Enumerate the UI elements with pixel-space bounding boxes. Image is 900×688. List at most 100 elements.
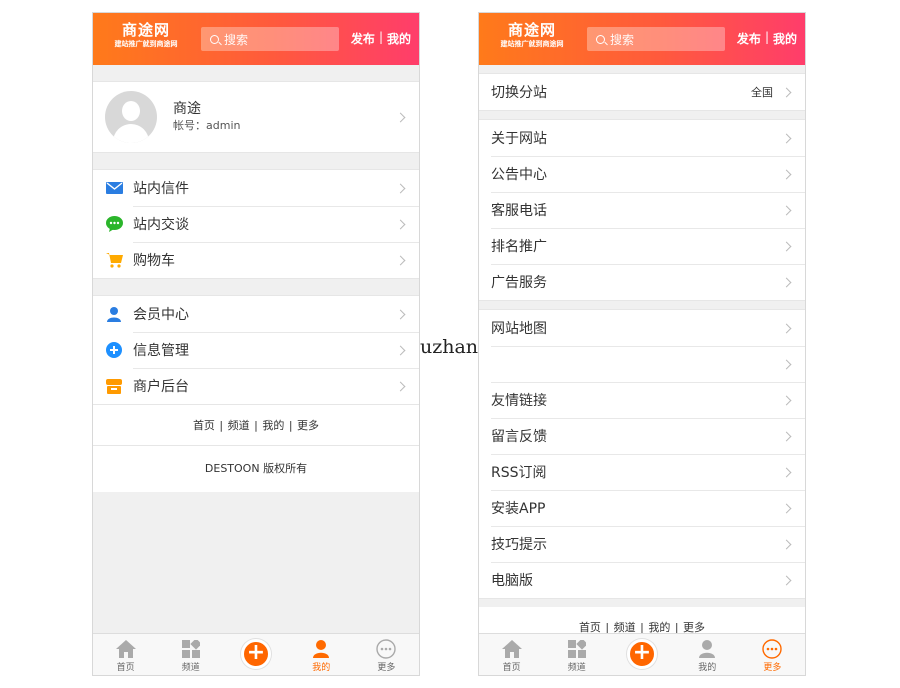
menu-item-label: RSS订阅 [491,465,547,481]
site-logo[interactable]: 商途网 建站推广就到商途网 [487,21,577,49]
tab-label: 我的 [698,663,717,673]
switch-site-item[interactable]: 切换分站 全国 [479,74,805,110]
search-input[interactable]: 搜索 [201,27,339,51]
tab-home[interactable]: 首页 [479,634,544,675]
logo-slogan: 建站推广就到商途网 [500,40,564,48]
tab-home[interactable]: 首页 [93,634,158,675]
chevron-right-icon [781,277,792,287]
publish-link[interactable]: 发布 [351,30,375,47]
menu-item-label: 信息管理 [133,343,189,359]
avatar [105,91,157,143]
home-icon [501,638,522,660]
phone-screen-mine: 商途网 建站推广就到商途网 搜索 发布 | 我的 商途 帐号：admin 站内信… [92,12,420,676]
footer-link-mine[interactable]: 我的 [262,419,284,432]
menu-item[interactable]: 安装APP [479,490,805,526]
chevron-right-icon [395,112,406,122]
header-bar: 商途网 建站推广就到商途网 搜索 发布 | 我的 [479,13,805,65]
menu-item[interactable]: 友情链接 [479,382,805,418]
chevron-right-icon [781,87,792,97]
logo-slogan: 建站推广就到商途网 [114,40,178,48]
menu-item-chat[interactable]: 站内交谈 [93,206,419,242]
menu-item-label: 站内信件 [133,181,189,197]
profile-card[interactable]: 商途 帐号：admin [93,81,419,153]
menu-item[interactable]: 网站地图 [479,310,805,346]
search-icon [596,34,605,44]
chevron-right-icon [395,255,406,265]
chevron-right-icon [781,575,792,585]
menu-item-label: 网站地图 [491,321,547,337]
chevron-right-icon [781,539,792,549]
menu-item-label: 站内交谈 [133,217,189,233]
store-icon [105,377,123,395]
tab-mine[interactable]: 我的 [675,634,740,675]
menu-item-label: 会员中心 [133,307,189,323]
chat-icon [105,215,123,233]
copyright: DESTOON 版权所有 [93,445,419,492]
footer-links: 首页 | 频道 | 我的 | 更多 [93,405,419,445]
mine-link[interactable]: 我的 [773,30,797,47]
menu-item-label: 安装APP [491,501,546,517]
menu-item[interactable]: 电脑版 [479,562,805,598]
header-bar: 商途网 建站推广就到商途网 搜索 发布 | 我的 [93,13,419,65]
phone-screen-more: 商途网 建站推广就到商途网 搜索 发布 | 我的 切换分站 全国 关于网站公告中… [478,12,806,676]
chevron-right-icon [781,169,792,179]
menu-item-merchant[interactable]: 商户后台 [93,368,419,404]
chevron-right-icon [395,381,406,391]
menu-item[interactable]: 排名推广 [479,228,805,264]
search-input[interactable]: 搜索 [587,27,725,51]
tab-more[interactable]: 更多 [354,634,419,675]
search-placeholder: 搜索 [610,32,635,47]
menu-item[interactable]: 关于网站 [479,120,805,156]
header-links: 发布 | 我的 [737,30,797,47]
menu-item[interactable]: 客服电话 [479,192,805,228]
menu-item-label: 商户后台 [133,379,189,395]
profile-name: 商途 [173,101,201,117]
tab-bar: 首页 频道 + 我的 更多 [479,633,805,675]
tab-more[interactable]: 更多 [740,634,805,675]
menu-item[interactable]: RSS订阅 [479,454,805,490]
menu-item-label: 电脑版 [491,573,533,589]
menu-item-member-center[interactable]: 会员中心 [93,296,419,332]
menu-item[interactable]: 公告中心 [479,156,805,192]
menu-item-info-manage[interactable]: 信息管理 [93,332,419,368]
chevron-right-icon [781,467,792,477]
tab-publish[interactable]: + [223,634,288,675]
tab-channel[interactable]: 频道 [544,634,609,675]
tools-group: 网站地图友情链接 留言反馈 RSS订阅安装APP 技巧提示电脑版 [479,309,805,599]
link-separator: | [764,30,769,44]
footer-link-channel[interactable]: 频道 [228,419,250,432]
grid-icon [181,638,200,660]
site-logo[interactable]: 商途网 建站推广就到商途网 [101,21,191,49]
menu-item-label: 广告服务 [491,275,547,291]
plus-circle-icon [105,341,123,359]
publish-link[interactable]: 发布 [737,30,761,47]
chevron-right-icon [781,395,792,405]
menu-item-cart[interactable]: 购物车 [93,242,419,278]
more-icon [376,638,397,660]
user-icon [105,305,123,323]
menu-item-mail[interactable]: 站内信件 [93,170,419,206]
profile-account: 帐号：admin [173,119,241,132]
menu-item-label: 公告中心 [491,167,547,183]
menu-item[interactable]: 留言反馈 [479,418,805,454]
mine-link[interactable]: 我的 [387,30,411,47]
menu-item-label: 购物车 [133,253,175,269]
menu-item[interactable] [479,346,805,382]
footer-link-more[interactable]: 更多 [297,419,319,432]
chevron-right-icon [781,205,792,215]
footer-link-home[interactable]: 首页 [193,419,215,432]
tab-label: 频道 [567,663,586,673]
search-icon [210,34,219,44]
link-separator: | [378,30,383,44]
switch-site-group: 切换分站 全国 [479,73,805,111]
tab-mine[interactable]: 我的 [289,634,354,675]
more-icon [762,638,783,660]
menu-item[interactable]: 广告服务 [479,264,805,300]
menu-item[interactable]: 技巧提示 [479,526,805,562]
tab-bar: 首页 频道 + 我的 更多 [93,633,419,675]
chevron-right-icon [781,241,792,251]
chevron-right-icon [781,359,792,369]
tab-publish[interactable]: + [609,634,674,675]
home-icon [115,638,136,660]
tab-channel[interactable]: 频道 [158,634,223,675]
